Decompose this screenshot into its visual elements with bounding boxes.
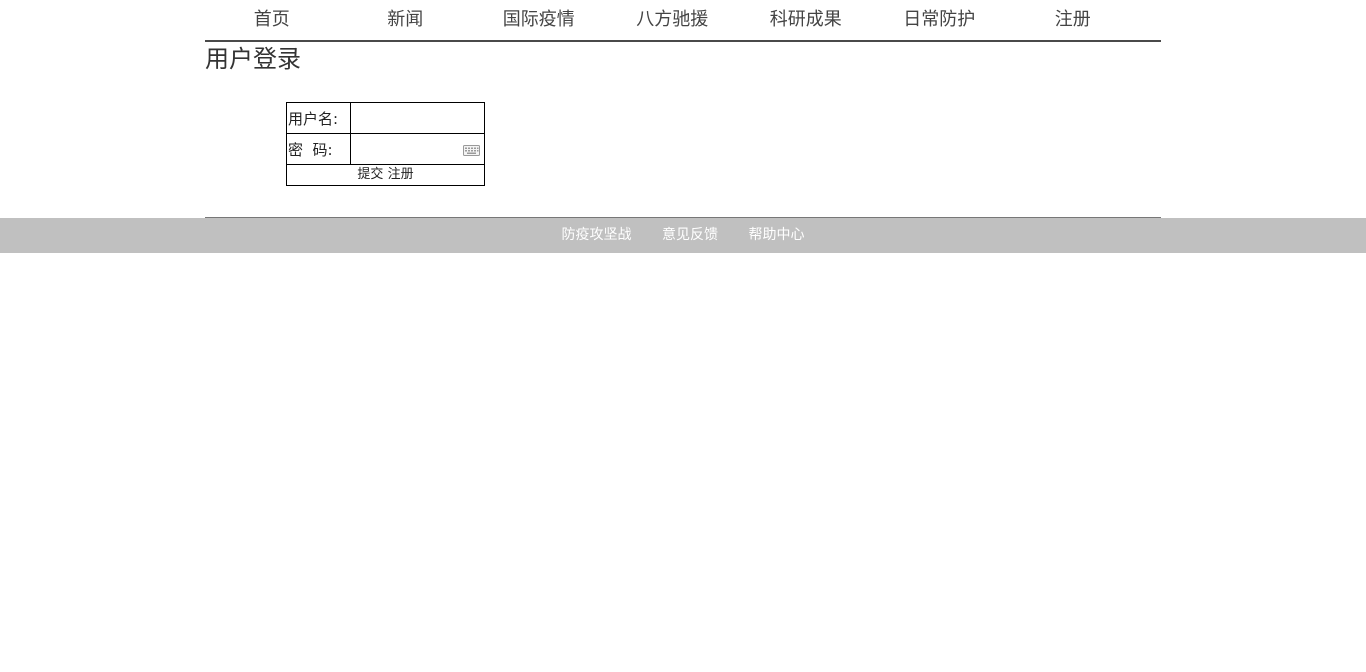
page-title: 用户登录 xyxy=(205,45,301,73)
nav-item-home[interactable]: 首页 xyxy=(205,0,339,40)
footer-link-help-center[interactable]: 帮助中心 xyxy=(748,227,804,243)
password-row: 密 码: xyxy=(286,133,485,165)
page-container: 首页 新闻 国际疫情 八方驰援 科研成果 日常防护 注册 用户登录 用户名: 密… xyxy=(205,0,1161,186)
nav-item-research[interactable]: 科研成果 xyxy=(739,0,873,40)
submit-button[interactable]: 提交 xyxy=(357,167,383,182)
keyboard-icon[interactable] xyxy=(463,145,480,156)
footer-link-feedback[interactable]: 意见反馈 xyxy=(662,227,718,243)
actions-cell: 提交 注册 xyxy=(286,164,485,186)
footer-bar: 防疫攻坚战 意见反馈 帮助中心 xyxy=(0,218,1366,253)
register-button[interactable]: 注册 xyxy=(388,167,414,182)
username-label: 用户名: xyxy=(286,102,351,134)
nav-item-register[interactable]: 注册 xyxy=(1006,0,1140,40)
username-row: 用户名: xyxy=(286,102,485,134)
nav-item-support[interactable]: 八方驰援 xyxy=(606,0,740,40)
footer-link-epidemic-fight[interactable]: 防疫攻坚战 xyxy=(562,227,632,243)
nav-item-international[interactable]: 国际疫情 xyxy=(472,0,606,40)
username-cell xyxy=(350,102,485,134)
nav-item-protection[interactable]: 日常防护 xyxy=(873,0,1007,40)
login-form: 用户名: 密 码: 提交 注册 xyxy=(286,102,485,186)
nav-item-news[interactable]: 新闻 xyxy=(339,0,473,40)
password-cell xyxy=(350,133,485,165)
username-input[interactable] xyxy=(351,104,484,132)
actions-row: 提交 注册 xyxy=(286,164,485,186)
top-nav: 首页 新闻 国际疫情 八方驰援 科研成果 日常防护 注册 xyxy=(205,0,1161,42)
password-label: 密 码: xyxy=(286,133,351,165)
